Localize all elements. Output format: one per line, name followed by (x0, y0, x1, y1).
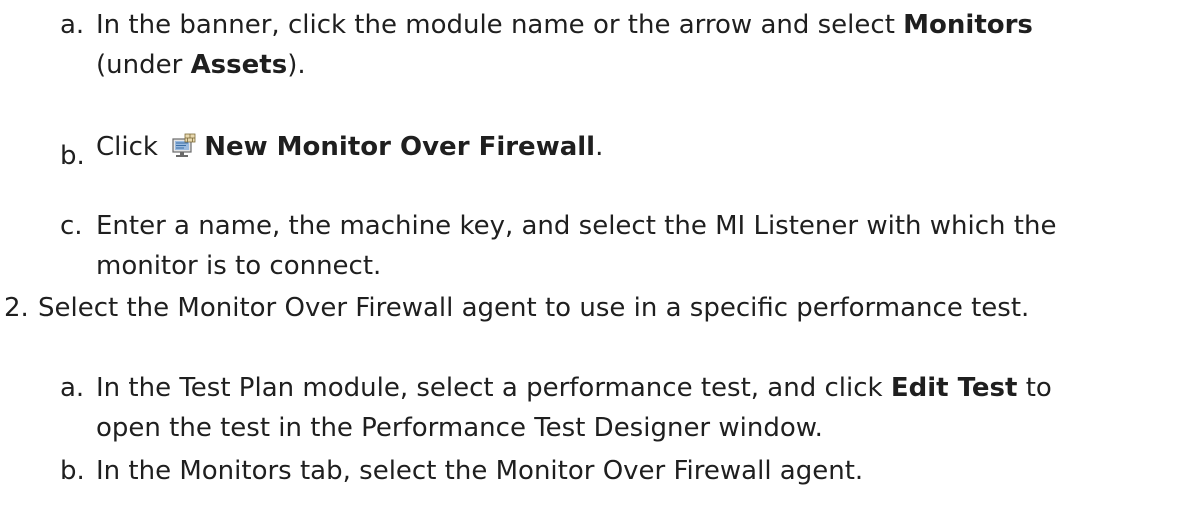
assets-term: Assets (190, 50, 288, 80)
step-text: Enter a name, the machine key, and selec… (96, 211, 1057, 241)
substep-a-edit-test: a. In the Test Plan module, select a per… (60, 368, 1189, 448)
step-marker: a. (60, 10, 85, 40)
step-text: In the Test Plan module, select a perfor… (96, 373, 891, 403)
document-body: a. In the banner, click the module name … (0, 0, 1199, 517)
new-monitor-over-firewall-term: New Monitor Over Firewall (204, 132, 596, 162)
step-text: open the test in the Performance Test De… (96, 413, 823, 443)
step-text: (under (96, 50, 191, 80)
step-text: Click (96, 132, 167, 162)
monitors-term: Monitors (903, 10, 1033, 40)
step-text: . (595, 132, 604, 162)
step-marker: b. (60, 141, 85, 171)
step-text: Select the Monitor Over Firewall agent t… (38, 293, 1030, 323)
substep-b-new-monitor: b. Click New Monitor Over Firewall. (60, 127, 1189, 171)
step-marker: b. (60, 456, 85, 486)
step-text: In the banner, click the module name or … (96, 10, 904, 40)
substep-a-select-monitors: a. In the banner, click the module name … (60, 5, 1189, 85)
step-text: monitor is to connect. (96, 251, 382, 281)
step-text: to (1017, 373, 1052, 403)
substep-c-enter-name: c. Enter a name, the machine key, and se… (60, 206, 1189, 286)
monitor-over-firewall-icon (170, 131, 196, 157)
edit-test-term: Edit Test (890, 373, 1018, 403)
step-marker: c. (60, 211, 83, 241)
step-text: ). (287, 50, 306, 80)
step-marker: 2. (4, 293, 29, 323)
step-2-select-agent: 2. Select the Monitor Over Firewall agen… (4, 288, 1195, 328)
step-text: In the Monitors tab, select the Monitor … (96, 456, 864, 486)
substep-b-monitors-tab: b. In the Monitors tab, select the Monit… (60, 451, 1189, 491)
step-marker: a. (60, 373, 85, 403)
